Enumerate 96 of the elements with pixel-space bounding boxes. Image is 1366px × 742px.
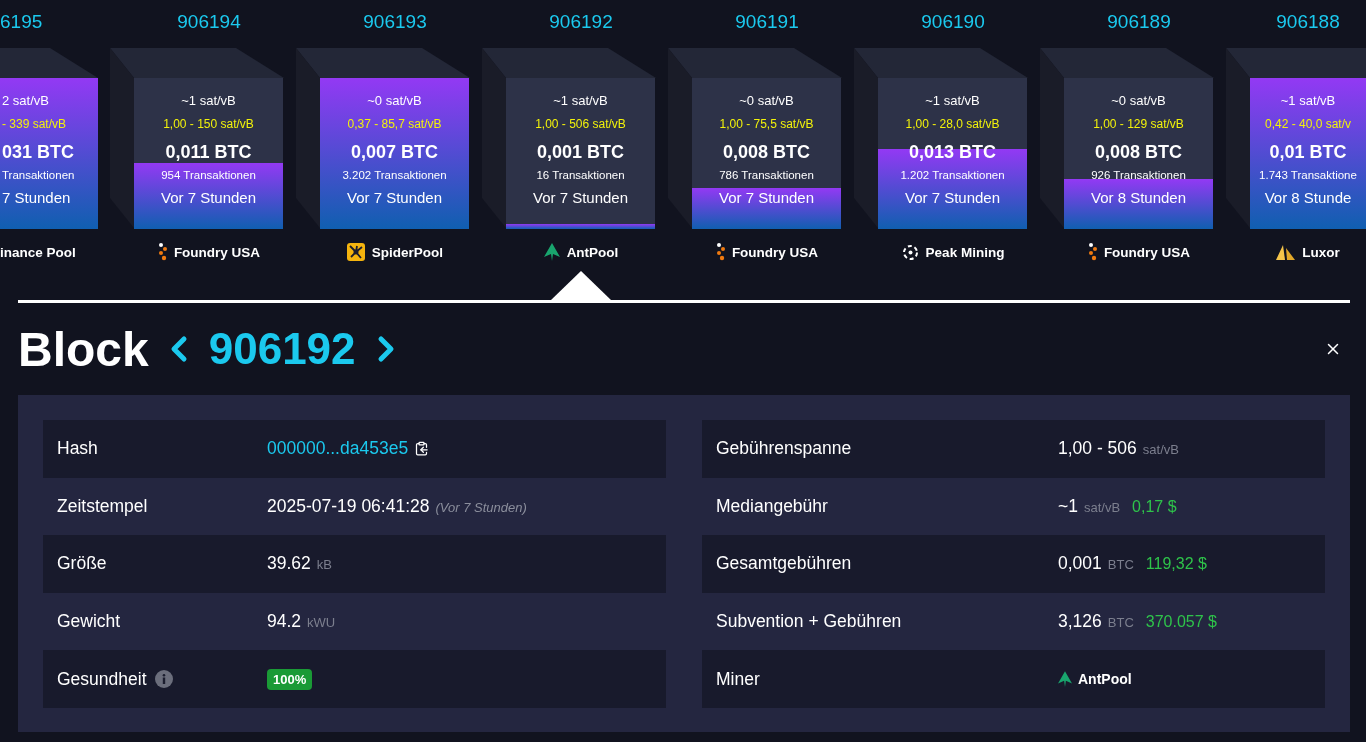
detail-label: Größe <box>57 553 107 575</box>
block-amount: 0,008 BTC <box>1094 141 1182 163</box>
unit-label: BTC <box>1107 557 1134 573</box>
detail-value: ~1 <box>1058 495 1078 517</box>
fiat-value: 370.057 $ <box>1145 613 1217 632</box>
block-age: 7 Stunden <box>2 188 71 208</box>
block-amount: 0,011 BTC <box>165 141 252 163</box>
block-height[interactable]: 906189 <box>1107 11 1171 33</box>
transaction-count: 1.202 Transaktionen <box>900 168 1005 183</box>
pool-name: AntPool <box>566 244 619 260</box>
detail-value: 1,00 - 506 <box>1058 438 1137 460</box>
block-card[interactable]: ~1 sat/vB 0,42 - 40,0 sat/v 0,01 BTC 1.743 Transaktione Vor 8 Stunde <box>1250 78 1366 229</box>
fiat-value: 0,17 $ <box>1132 497 1177 516</box>
pool-name: Peak Mining <box>925 244 1005 260</box>
detail-value: 3,126 <box>1058 611 1102 633</box>
detail-value: 0,001 <box>1058 553 1102 575</box>
pool-name: Foundry USA <box>1103 244 1191 260</box>
block-card[interactable]: ~1 sat/vB 1,00 - 150 sat/vB 0,011 BTC 954 Transaktionen Vor 7 Stunden <box>134 78 283 229</box>
median-fee: ~0 sat/vB <box>1111 92 1166 110</box>
fee-range: 1,00 - 150 sat/vB <box>163 116 254 133</box>
fee-range: 1,00 - 28,0 sat/vB <box>905 116 1000 133</box>
detail-value: 39.62 <box>267 553 311 575</box>
unit-label: sat/vB <box>1142 442 1179 458</box>
block-age: Vor 7 Stunden <box>904 188 1001 208</box>
block-age: Vor 7 Stunden <box>532 188 629 208</box>
transaction-count: 926 Transaktionen <box>1091 168 1186 183</box>
block-card[interactable]: ~0 sat/vB 1,00 - 75,5 sat/vB 0,008 BTC 786 Transaktionen Vor 7 Stunden <box>692 78 841 229</box>
transaction-count: 954 Transaktionen <box>161 168 256 183</box>
block-age: Vor 7 Stunden <box>718 188 815 208</box>
detail-value: 94.2 <box>267 611 302 633</box>
block-height[interactable]: 906188 <box>1276 11 1340 33</box>
detail-label: Gesamtgebühren <box>716 553 852 575</box>
block-height[interactable]: 906192 <box>549 11 613 33</box>
block-height[interactable]: 906194 <box>177 11 241 33</box>
block-title: Block <box>18 321 149 377</box>
relative-time: (Vor 7 Stunden) <box>435 499 527 515</box>
fee-range: - 339 sat/vB <box>2 116 67 133</box>
detail-label: Gebührenspanne <box>716 438 852 460</box>
median-fee: ~0 sat/vB <box>739 92 794 110</box>
block-amount: 0,007 BTC <box>350 141 438 163</box>
pool-name: inance Pool <box>0 244 76 260</box>
transaction-count: 3.202 Transaktionen <box>342 168 447 183</box>
transaction-count: 1.743 Transaktione <box>1259 168 1357 183</box>
transaction-count: 16 Transaktionen <box>536 168 625 183</box>
pool-name: SpiderPool <box>371 244 444 260</box>
block-card[interactable]: ~0 sat/vB 0,37 - 85,7 sat/vB 0,007 BTC 3.202 Transaktionen Vor 7 Stunden <box>320 78 469 229</box>
detail-label: Zeitstempel <box>57 495 148 517</box>
transaction-count: 786 Transaktionen <box>719 168 814 183</box>
transaction-count: Transaktionen <box>2 168 75 183</box>
detail-label: Gesundheit <box>57 668 147 690</box>
miner-name[interactable]: AntPool <box>1078 671 1132 688</box>
median-fee: ~1 sat/vB <box>553 92 608 110</box>
median-fee: ~1 sat/vB <box>181 92 236 110</box>
block-amount: 031 BTC <box>2 141 75 163</box>
health-badge: 100% <box>267 668 313 690</box>
block-age: Vor 8 Stunden <box>1090 188 1187 208</box>
timestamp-value: 2025-07-19 06:41:28 <box>267 495 430 517</box>
block-card[interactable]: 2 sat/vB - 339 sat/vB 031 BTC Transaktionen 7 Stunden <box>0 78 98 229</box>
detail-label: Hash <box>57 438 98 460</box>
median-fee: ~0 sat/vB <box>367 92 422 110</box>
fee-range: 1,00 - 506 sat/vB <box>535 116 626 133</box>
block-card[interactable]: ~1 sat/vB 1,00 - 506 sat/vB 0,001 BTC 16 Transaktionen Vor 7 Stunden <box>506 78 655 229</box>
fee-range: 1,00 - 129 sat/vB <box>1093 116 1184 133</box>
hash-link[interactable]: 000000...da453e5 <box>267 438 409 460</box>
block-amount: 0,008 BTC <box>722 141 810 163</box>
unit-label: kB <box>316 557 332 573</box>
block-height[interactable]: 906190 <box>921 11 985 33</box>
pool-name: Foundry USA <box>731 244 819 260</box>
pool-name: Foundry USA <box>173 244 261 260</box>
block-amount: 0,001 BTC <box>536 141 624 163</box>
fee-range: 0,42 - 40,0 sat/v <box>1264 116 1352 133</box>
median-fee: ~1 sat/vB <box>925 92 980 110</box>
info-icon[interactable] <box>154 670 173 689</box>
detail-label: Subvention + Gebühren <box>716 611 902 633</box>
detail-label: Gewicht <box>57 611 121 633</box>
unit-label: BTC <box>1107 615 1134 631</box>
block-card[interactable]: ~0 sat/vB 1,00 - 129 sat/vB 0,008 BTC 926 Transaktionen Vor 8 Stunden <box>1064 78 1213 229</box>
copy-icon[interactable] <box>414 441 430 457</box>
median-fee: 2 sat/vB <box>2 92 49 110</box>
block-age: Vor 8 Stunde <box>1264 188 1352 208</box>
unit-label: kWU <box>307 615 336 631</box>
pool-name: Luxor <box>1302 244 1340 260</box>
block-age: Vor 7 Stunden <box>160 188 257 208</box>
fiat-value: 119,32 $ <box>1145 555 1207 574</box>
detail-label: Mediangebühr <box>716 495 828 517</box>
block-age: Vor 7 Stunden <box>346 188 443 208</box>
fee-range: 1,00 - 75,5 sat/vB <box>719 116 814 133</box>
block-number: 906192 <box>208 324 356 374</box>
block-height[interactable]: 6195 <box>0 11 43 33</box>
detail-label: Miner <box>716 668 760 690</box>
median-fee: ~1 sat/vB <box>1280 92 1336 110</box>
fee-range: 0,37 - 85,7 sat/vB <box>347 116 442 133</box>
block-amount: 0,01 BTC <box>1269 141 1347 163</box>
unit-label: sat/vB <box>1083 499 1121 515</box>
block-height[interactable]: 906193 <box>363 11 427 33</box>
block-height[interactable]: 906191 <box>735 11 799 33</box>
